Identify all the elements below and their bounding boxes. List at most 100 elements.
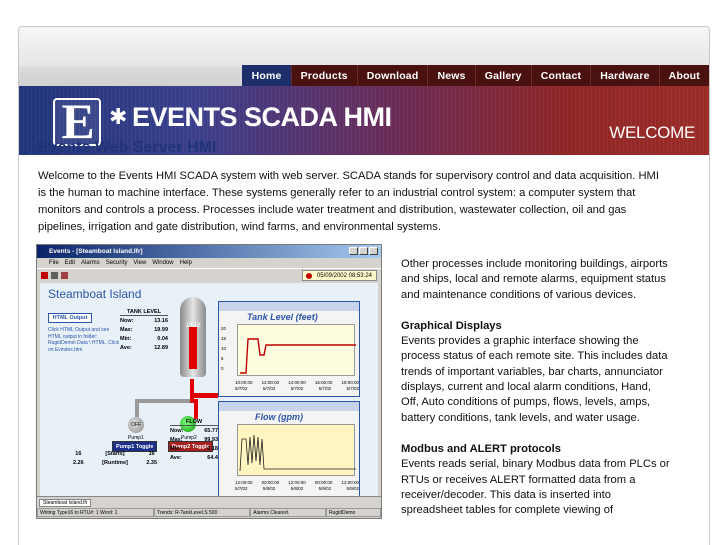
x-tick: 14:00:00 (288, 380, 306, 385)
flow-row: Ave: 64.4 (170, 454, 218, 463)
hmi-display: Steamboat Island HTML Output Click HTML … (40, 283, 378, 497)
flow-heading: FLOW (170, 419, 218, 426)
tank-row-value: 0.04 (157, 336, 168, 342)
modbus-text: Events reads serial, binary Modbus data … (401, 458, 670, 517)
timestamp-box: 05/09/2002 08:53:24 (301, 270, 377, 281)
nav-home[interactable]: Home (241, 65, 291, 86)
flow-row-value: 99.93 (204, 437, 218, 443)
x-date: 5/9/02 (318, 486, 332, 491)
menu-edit: Edit (64, 260, 76, 266)
document-tab: Steamboat Island.lfr (39, 499, 92, 507)
tank-row-value: 19.99 (154, 327, 168, 333)
x-tick: 10:00:00 (235, 380, 253, 385)
menu-window: Window (152, 260, 174, 266)
x-tick: 12:00:00 (288, 480, 306, 485)
y-tick: 10 (221, 346, 227, 351)
stat-cell: 2.35 (146, 460, 158, 466)
minimize-icon (349, 247, 358, 255)
trend-plot (237, 424, 356, 476)
x-date: 5/7/02 (262, 386, 276, 391)
tank-level-fill (189, 327, 197, 369)
menu-file: File (49, 260, 59, 266)
window-toolbar: 05/09/2002 08:53:24 (37, 268, 381, 282)
trend-toolbar (219, 402, 359, 411)
nav-products[interactable]: Products (290, 65, 357, 86)
nav-contact[interactable]: Contact (530, 65, 591, 86)
tank-value: 13.16 (185, 323, 201, 329)
flow-row: Now: 65.77 (170, 427, 218, 436)
stat-row: 16 [Starts] 16 (60, 450, 170, 459)
stat-cell: 16 (75, 451, 82, 457)
x-tick: 12:00:00 (235, 480, 253, 485)
clock-icon (305, 273, 312, 279)
main-content: Events Web Server HMI Welcome to the Eve… (38, 138, 670, 236)
x-date: 5/7/02 (318, 386, 332, 391)
flow-row-key: Max: (170, 437, 183, 443)
status-cell: Writing Type16 to RTU#: 1 Word: 1 (37, 508, 154, 517)
trend-title: Tank Level (feet) (247, 312, 318, 322)
tank-row-key: Ave: (120, 345, 132, 351)
x-date: 5/7/02 (290, 386, 304, 391)
alarm-icon (61, 272, 68, 279)
side-intro: Other processes include monitoring build… (401, 258, 668, 301)
top-gradient (19, 27, 709, 67)
stat-cell: 2.26 (72, 460, 84, 466)
y-tick: 5 (221, 356, 224, 361)
tank-trend-line (240, 338, 356, 374)
x-tick: 00:00:00 (261, 480, 280, 485)
nav-gallery[interactable]: Gallery (474, 65, 531, 86)
brand-title: EVENTS SCADA HMI (132, 102, 392, 132)
tank-row-key: Max: (120, 327, 133, 333)
side-column: Other processes include monitoring build… (401, 257, 671, 518)
x-date: 5/7/02 (235, 386, 248, 391)
x-date: 5/8/02 (262, 486, 276, 491)
x-date: 5/7/02 (346, 386, 359, 391)
x-tick: 12:00:00 (341, 480, 359, 485)
x-date: 5/8/02 (290, 486, 304, 491)
graphical-text: Events provides a graphic interface show… (401, 335, 668, 424)
trend-plot (237, 324, 356, 376)
nav-hardware[interactable]: Hardware (590, 65, 659, 86)
timestamp: 05/09/2002 08:53:24 (316, 273, 372, 279)
modbus-heading: Modbus and ALERT protocols (401, 442, 561, 455)
tank-row: Now: 13.16 (120, 317, 168, 326)
flow-row-value: 65.77 (204, 428, 218, 434)
window-statusbar: Steamboat Island.lfr Writing Type16 to R… (37, 496, 381, 518)
tank-row-value: 12.89 (154, 345, 168, 351)
graphical-heading: Graphical Displays (401, 319, 502, 332)
menu-help: Help (179, 260, 192, 266)
window-title: Events - [Steamboat Island.lfr] (49, 248, 143, 255)
menu-security: Security (105, 260, 128, 266)
html-output-button: HTML Output (48, 313, 92, 323)
tank-level-trend: Tank Level (feet) 20 15 10 5 0 10:00:00 … (218, 301, 360, 397)
flow-row: Min: 0.18 (170, 445, 218, 454)
pipe-grey (135, 399, 197, 403)
main-nav: Home Products Download News Gallery Cont… (241, 65, 709, 86)
window-titlebar: Events - [Steamboat Island.lfr] (37, 245, 381, 258)
nav-download[interactable]: Download (356, 65, 428, 86)
nav-about[interactable]: About (658, 65, 709, 86)
tank-level-panel: TANK LEVEL Now: 13.16 Max: 19.99 Min: 0.04 … (120, 309, 168, 353)
x-tick: 12:00:00 (261, 380, 280, 385)
tank-level-heading: TANK LEVEL (120, 309, 168, 316)
status-cell: Trends: R-TankLevel.S 500 (153, 508, 251, 517)
pipe-red (190, 393, 218, 398)
status-cell: RugidDemo (325, 508, 381, 517)
y-tick: 15 (221, 336, 227, 341)
close-icon (369, 247, 378, 255)
tank-row-key: Now: (120, 318, 134, 324)
menu-view: View (133, 260, 147, 266)
flow-trend: Flow (gpm) 12:00:00 00:00:00 12:00:00 00… (218, 401, 360, 497)
tank-row: Min: 0.04 (120, 335, 168, 344)
trend-y-axis: 20 15 10 5 0 (221, 324, 226, 374)
tank-row: Max: 19.99 (120, 326, 168, 335)
html-note: Click HTML Output and see HTML output in… (48, 327, 120, 353)
pipe-grey (135, 399, 139, 417)
trend-x-axis: 12:00:00 00:00:00 12:00:00 00:00:00 12:0… (235, 480, 359, 485)
x-tick: 18:00:00 (341, 380, 359, 385)
y-tick: 0 (221, 366, 224, 371)
intro-paragraph: Welcome to the Events HMI SCADA system w… (38, 170, 659, 233)
nav-news[interactable]: News (427, 65, 475, 86)
stat-cell: [Runtime] (102, 460, 128, 466)
tank-graphic: 13.16 (180, 297, 206, 377)
